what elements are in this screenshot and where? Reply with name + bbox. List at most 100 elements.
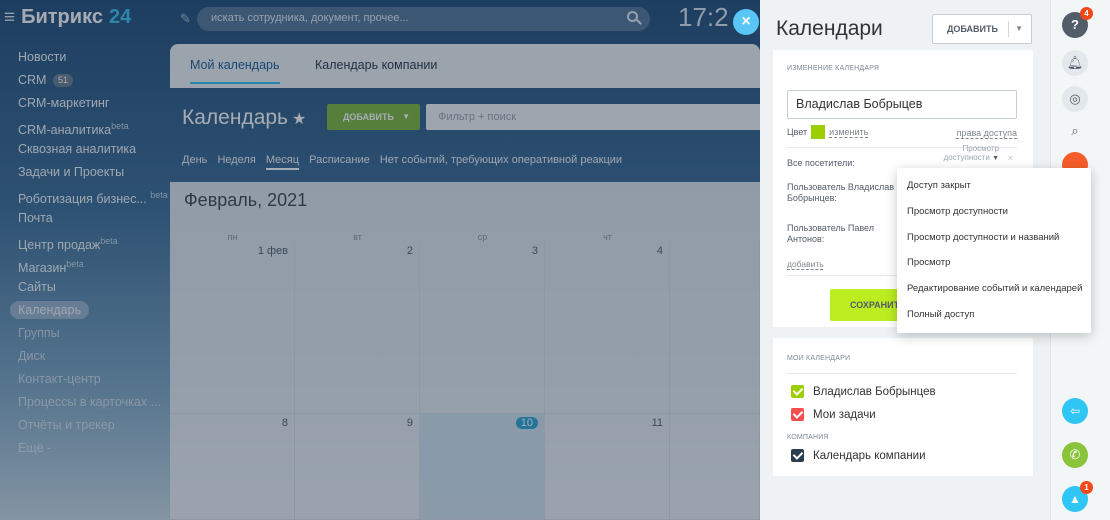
chat-icon: ◎: [1069, 91, 1081, 106]
logo-number: 24: [108, 6, 132, 28]
view-month[interactable]: Месяц: [265, 154, 300, 170]
menu-item-tasks[interactable]: Задачи и Проекты: [0, 161, 170, 184]
close-panel-button[interactable]: ×: [733, 9, 759, 35]
call-button[interactable]: ✆: [1062, 442, 1088, 468]
menu-item-shop[interactable]: Магазинbeta: [0, 253, 170, 276]
section-label: ИЗМЕНЕНИЕ КАЛЕНДАРЯ: [787, 65, 880, 72]
menu-item-end-to-end-analytics[interactable]: Сквозная аналитика: [0, 138, 170, 161]
close-icon: ×: [741, 13, 751, 30]
menu-item-sales-center[interactable]: Центр продажbeta: [0, 230, 170, 253]
dropdown-option[interactable]: Просмотр доступности и названий: [897, 225, 1091, 251]
day-cell[interactable]: 3: [420, 242, 545, 414]
menu-item-sites[interactable]: Сайты: [0, 276, 170, 299]
panel-title: Календари: [776, 17, 883, 40]
weekday-label: пн: [227, 232, 238, 242]
access-all-visitors-label: Все посетители:: [787, 158, 855, 168]
add-access-link[interactable]: добавить: [787, 259, 824, 269]
search-input[interactable]: искать сотрудника, документ, прочее...: [197, 7, 650, 31]
dropdown-option[interactable]: Просмотр доступности: [897, 199, 1091, 225]
menu-burger-icon[interactable]: ≡: [4, 7, 15, 29]
star-icon[interactable]: ★: [292, 111, 306, 128]
calendar-tabs: Мой календарь Календарь компании: [170, 44, 760, 88]
access-value-select[interactable]: Просмотр доступности ▼: [939, 144, 999, 163]
calendar-checkbox-row[interactable]: Владислав Бобрынцев: [791, 385, 936, 398]
enter-icon: ⇦: [1069, 404, 1081, 418]
view-schedule[interactable]: Расписание: [309, 154, 370, 166]
messenger-button[interactable]: ◎: [1062, 86, 1088, 112]
change-color-link[interactable]: изменить: [829, 127, 868, 137]
menu-item-crm[interactable]: CRM 51: [0, 69, 170, 92]
calendar-name-input[interactable]: Владислав Бобрыцев: [787, 90, 1017, 119]
day-cell[interactable]: [670, 414, 760, 520]
day-cell[interactable]: [670, 242, 760, 414]
access-rights-link[interactable]: права доступа: [957, 128, 1017, 138]
checkbox-icon[interactable]: [791, 449, 804, 462]
view-day[interactable]: День: [182, 154, 207, 166]
dropdown-option[interactable]: Редактирование событий и календарей: [897, 276, 1091, 302]
bell-icon: 🔔︎: [1066, 55, 1084, 70]
menu-item-more[interactable]: Ещё -: [0, 437, 170, 460]
calendar-checkbox-row[interactable]: Мои задачи: [791, 408, 876, 421]
day-cell-today[interactable]: 10: [420, 414, 545, 520]
weekday-label: вт: [353, 232, 362, 242]
search-button[interactable]: ⌕: [1062, 118, 1088, 144]
view-week[interactable]: Неделя: [217, 154, 255, 166]
day-cell[interactable]: 2: [295, 242, 420, 414]
checkbox-icon[interactable]: [791, 385, 804, 398]
pencil-icon[interactable]: ✎: [180, 11, 191, 27]
no-events-notice[interactable]: Нет событий, требующих оперативной реакц…: [380, 154, 622, 166]
menu-item-crm-marketing[interactable]: CRM-маркетинг: [0, 92, 170, 115]
calendar-checkbox-row[interactable]: Календарь компании: [791, 449, 926, 462]
month-title: Февраль, 2021: [184, 190, 308, 210]
day-cell[interactable]: 8: [170, 414, 295, 520]
dropdown-option[interactable]: Полный доступ: [897, 302, 1091, 328]
remove-access-icon[interactable]: ×: [1008, 153, 1013, 163]
logo[interactable]: ≡ Битрикс 24: [4, 6, 131, 29]
search-placeholder: искать сотрудника, документ, прочее...: [211, 12, 409, 24]
dropdown-option[interactable]: Доступ закрыт: [897, 173, 1091, 199]
notifications-button[interactable]: 🔔︎: [1062, 50, 1088, 76]
chevron-down-icon: ▼: [992, 155, 999, 162]
divider: [1008, 21, 1009, 37]
help-button[interactable]: ? 4: [1062, 7, 1093, 38]
menu-item-news[interactable]: Новости: [0, 46, 170, 69]
menu-item-disk[interactable]: Диск: [0, 345, 170, 368]
logo-text: Битрикс: [21, 6, 103, 28]
clock: 17:2: [678, 2, 729, 32]
add-calendar-button[interactable]: ДОБАВИТЬ ▼: [932, 14, 1032, 44]
menu-item-calendar[interactable]: Календарь: [0, 299, 170, 322]
filter-search-input[interactable]: Фильтр + поиск: [426, 104, 760, 130]
menu-item-crm-analytics[interactable]: CRM-аналитикаbeta: [0, 115, 170, 138]
day-cell[interactable]: 9: [295, 414, 420, 520]
tab-company-calendar[interactable]: Календарь компании: [315, 58, 437, 72]
search-icon: ⌕: [1071, 123, 1079, 138]
divider: [787, 373, 1017, 374]
background-app: ≡ Битрикс 24 ✎ искать сотрудника, докуме…: [0, 0, 760, 520]
section-label: КОМПАНИЯ: [787, 434, 829, 441]
education-button[interactable]: ▲ 1: [1062, 481, 1093, 512]
login-button[interactable]: ⇦: [1062, 398, 1088, 424]
page-title: Календарь ★: [182, 106, 307, 129]
day-cell[interactable]: 11: [545, 414, 670, 520]
chevron-down-icon[interactable]: ▼: [1015, 15, 1023, 43]
menu-item-reports[interactable]: Отчёты и трекер: [0, 414, 170, 437]
view-switcher: День Неделя Месяц Расписание Нет событий…: [182, 154, 629, 170]
checkbox-icon[interactable]: [791, 408, 804, 421]
color-swatch[interactable]: [811, 125, 826, 139]
add-event-button[interactable]: ДОБАВИТЬ ▼: [327, 104, 420, 130]
search-icon[interactable]: [627, 11, 638, 22]
menu-item-groups[interactable]: Группы: [0, 322, 170, 345]
menu-item-contact-center[interactable]: Контакт-центр: [0, 368, 170, 391]
tab-my-calendar[interactable]: Мой календарь: [190, 58, 280, 84]
top-bar: ≡ Битрикс 24 ✎ искать сотрудника, докуме…: [0, 0, 760, 38]
menu-item-mail[interactable]: Почта: [0, 207, 170, 230]
menu-item-processes[interactable]: Процессы в карточках ...: [0, 391, 170, 414]
notification-badge: 1: [1080, 481, 1093, 494]
day-cell[interactable]: 1 фев: [170, 242, 295, 414]
day-cell[interactable]: 4: [545, 242, 670, 414]
dropdown-option[interactable]: Просмотр: [897, 250, 1091, 276]
access-dropdown-menu: Доступ закрыт Просмотр доступности Просм…: [897, 168, 1091, 333]
menu-item-robotization[interactable]: Роботизация бизнес... beta: [0, 184, 170, 207]
color-row: Цвет изменить: [787, 125, 869, 139]
chevron-down-icon[interactable]: ▼: [402, 104, 410, 130]
